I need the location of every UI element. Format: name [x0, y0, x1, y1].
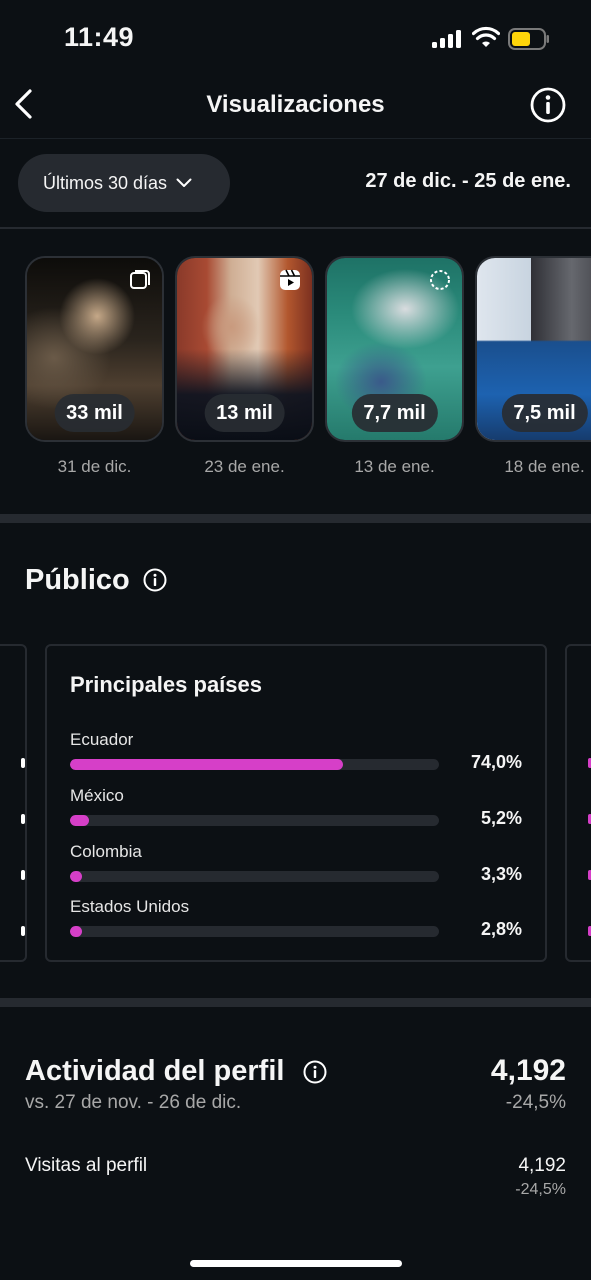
- edge-mark: [21, 870, 25, 880]
- content-thumbnail[interactable]: 7,7 mil: [325, 256, 464, 442]
- section-divider: [0, 998, 591, 1007]
- profile-visits-value: 4,192: [518, 1155, 566, 1176]
- country-name: Ecuador: [70, 730, 134, 749]
- country-percent: 3,3%: [480, 864, 522, 884]
- top-countries-card[interactable]: Principales países Ecuador 74,0% México …: [45, 644, 547, 962]
- country-name: México: [70, 786, 124, 805]
- content-date: 23 de ene.: [204, 457, 285, 476]
- reels-icon: [280, 269, 300, 290]
- section-title-audience: Público: [25, 564, 130, 596]
- country-percent: 5,2%: [480, 808, 522, 828]
- country-percent: 74,0%: [470, 752, 522, 772]
- content-date: 13 de ene.: [354, 457, 435, 476]
- country-percent: 2,8%: [480, 919, 522, 939]
- wifi-icon: [472, 26, 500, 47]
- edge-mark: [21, 814, 25, 824]
- section-divider: [0, 514, 591, 523]
- chevron-down-icon: [176, 178, 192, 187]
- carousel-icon: [130, 270, 150, 289]
- content-thumbnail[interactable]: 7,5 mil: [475, 256, 591, 442]
- previous-card-edge[interactable]: [0, 644, 27, 962]
- edge-mark: [21, 758, 25, 768]
- view-count-badge: 7,7 mil: [351, 394, 438, 432]
- view-count-badge: 33 mil: [54, 394, 135, 432]
- country-bar-fill: [70, 815, 90, 826]
- content-date: 31 de dic.: [57, 457, 132, 476]
- page-title: Visualizaciones: [206, 91, 385, 118]
- activity-change: -24,5%: [505, 1092, 566, 1113]
- content-thumbnail[interactable]: 13 mil: [175, 256, 314, 442]
- country-bar-track: [70, 759, 439, 770]
- comparison-period: vs. 27 de nov. - 26 de dic.: [25, 1092, 242, 1113]
- date-range-dropdown[interactable]: Últimos 30 días: [18, 154, 230, 212]
- card-title: Principales países: [70, 672, 262, 697]
- section-title-profile-activity: Actividad del perfil: [25, 1055, 285, 1087]
- filter-divider: [0, 227, 591, 229]
- country-bar-track: [70, 815, 439, 826]
- next-card-edge[interactable]: [565, 644, 591, 962]
- country-name: Estados Unidos: [70, 897, 190, 916]
- cellular-signal-icon: [432, 30, 464, 48]
- content-date: 18 de ene.: [504, 457, 585, 476]
- country-bar-fill: [70, 871, 83, 882]
- country-name: Colombia: [70, 842, 142, 861]
- profile-visits-change: -24,5%: [515, 1181, 566, 1198]
- date-range-text: 27 de dic. - 25 de ene.: [365, 170, 571, 192]
- activity-total: 4,192: [490, 1054, 566, 1087]
- screen: 11:49 Visualizaciones Últimos 30 días 27…: [0, 0, 591, 1280]
- date-range-dropdown-label: Últimos 30 días: [43, 172, 168, 193]
- country-bar-fill: [70, 926, 82, 937]
- country-bar-track: [70, 926, 439, 937]
- header-divider: [0, 138, 591, 139]
- country-bar-fill: [70, 759, 344, 770]
- story-ring-icon: [430, 270, 450, 290]
- status-time: 11:49: [64, 22, 135, 52]
- view-count-badge: 13 mil: [204, 394, 285, 432]
- home-indicator[interactable]: [190, 1260, 402, 1267]
- edge-mark: [21, 926, 25, 936]
- info-icon[interactable]: [529, 86, 567, 124]
- info-icon[interactable]: [303, 1060, 327, 1084]
- content-thumbnail[interactable]: 33 mil: [25, 256, 164, 442]
- view-count-badge: 7,5 mil: [501, 394, 588, 432]
- profile-visits-label: Visitas al perfil: [25, 1155, 148, 1176]
- info-icon[interactable]: [143, 568, 167, 592]
- battery-icon: [508, 28, 549, 50]
- country-bar-track: [70, 871, 439, 882]
